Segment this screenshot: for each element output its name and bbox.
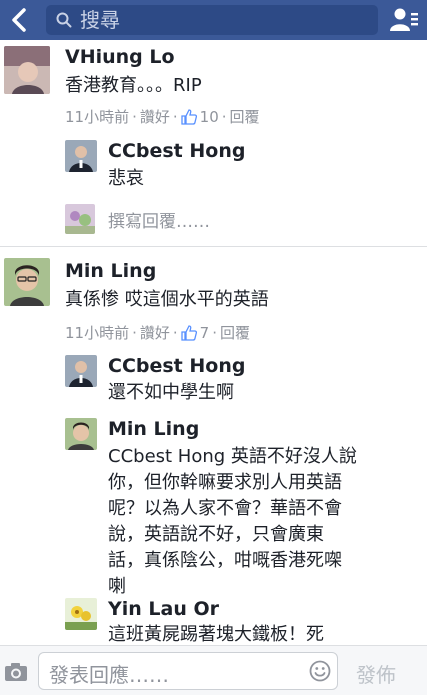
- comment-author[interactable]: Min Ling: [65, 260, 156, 282]
- comment-timestamp: 11小時前: [65, 108, 130, 126]
- like-count[interactable]: 10: [200, 108, 219, 126]
- reply-text: 還不如中學生啊: [108, 382, 234, 403]
- reply-author[interactable]: CCbest Hong: [108, 355, 245, 377]
- avatar: [65, 204, 95, 234]
- write-reply-input[interactable]: 撰寫回覆……: [108, 207, 210, 232]
- reply-button[interactable]: 回覆: [230, 106, 260, 127]
- comment-input[interactable]: 發表回應……: [38, 652, 338, 690]
- avatar[interactable]: [65, 140, 97, 172]
- comment-text: 真係惨 哎這個水平的英語: [65, 289, 269, 310]
- comment-author[interactable]: VHiung Lo: [65, 46, 175, 68]
- reply-author[interactable]: Min Ling: [108, 418, 199, 440]
- top-nav-bar: 搜尋: [0, 0, 427, 40]
- avatar[interactable]: [65, 418, 97, 450]
- divider: [0, 246, 427, 247]
- search-icon: [56, 12, 72, 28]
- avatar-photo: [4, 258, 50, 306]
- emoji-icon[interactable]: [309, 660, 331, 682]
- reply-text: 悲哀: [108, 168, 144, 189]
- reply-text-line: 話，真係陰公，咁嘅香港死㗎: [108, 550, 342, 571]
- comment-meta: 11小時前 · 讚好 · 7 · 回覆: [65, 322, 250, 343]
- chevron-left-icon: [12, 8, 26, 32]
- avatar-photo: [65, 204, 95, 234]
- back-button[interactable]: [4, 4, 36, 36]
- reply-text-line: 喇: [108, 576, 126, 597]
- thumbs-up-icon: [181, 324, 197, 341]
- separator: ·: [132, 107, 137, 126]
- separator: ·: [172, 107, 178, 126]
- like-count[interactable]: 7: [200, 324, 210, 342]
- like-button[interactable]: 讚好: [140, 106, 170, 127]
- separator: ·: [212, 323, 217, 342]
- reply-text-line: 你，但你幹嘛要求別人用英語: [108, 472, 342, 493]
- avatar[interactable]: [4, 258, 50, 306]
- comment-composer: 發表回應…… 發佈: [0, 645, 427, 695]
- avatar[interactable]: [4, 46, 50, 94]
- reply-button[interactable]: 回覆: [220, 322, 250, 343]
- avatar-photo: [65, 418, 97, 450]
- reply-text-line: 呢？以為人家不會？華語不會: [108, 498, 342, 519]
- avatar-photo: [65, 140, 97, 172]
- separator: ·: [172, 323, 178, 342]
- avatar[interactable]: [65, 598, 97, 630]
- camera-icon: [5, 663, 27, 681]
- reply-author[interactable]: CCbest Hong: [108, 140, 245, 162]
- avatar[interactable]: [65, 355, 97, 387]
- search-input[interactable]: 搜尋: [46, 5, 378, 35]
- comment-input-placeholder: 發表回應……: [49, 663, 169, 687]
- comment-meta: 11小時前 · 讚好 · 10 · 回覆: [65, 106, 260, 127]
- thumbs-up-icon: [181, 108, 197, 125]
- avatar-photo: [65, 598, 97, 630]
- comment-text: 香港教育。。。RIP: [65, 75, 202, 96]
- reply-author[interactable]: Yin Lau Or: [108, 598, 219, 620]
- camera-button[interactable]: [4, 662, 28, 682]
- reply-text-line: CCbest Hong 英語不好沒人說: [108, 446, 357, 467]
- avatar-photo: [4, 46, 50, 94]
- reply-text-line: 說，英語說不好，只會廣東: [108, 524, 324, 545]
- search-placeholder: 搜尋: [80, 8, 120, 32]
- separator: ·: [132, 323, 137, 342]
- avatar-photo: [65, 355, 97, 387]
- like-button[interactable]: 讚好: [140, 322, 170, 343]
- separator: ·: [221, 107, 227, 126]
- friends-icon: [390, 8, 418, 31]
- comment-timestamp: 11小時前: [65, 324, 130, 342]
- send-button[interactable]: 發佈: [356, 659, 396, 688]
- friend-requests-button[interactable]: [389, 6, 419, 34]
